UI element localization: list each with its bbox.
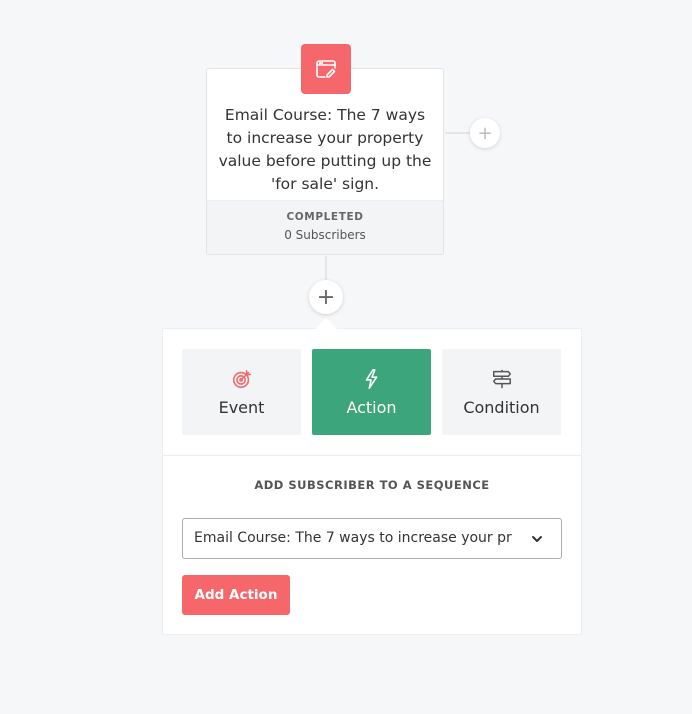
- section-title: ADD SUBSCRIBER TO A SEQUENCE: [254, 478, 490, 492]
- plus-icon: +: [316, 284, 336, 310]
- plus-icon: +: [477, 122, 493, 144]
- sequence-node-card[interactable]: Email Course: The 7 ways to increase you…: [206, 68, 444, 255]
- type-tile-action[interactable]: Action: [312, 349, 431, 435]
- sequence-node-icon: [301, 44, 351, 94]
- type-label-condition: Condition: [463, 397, 540, 417]
- add-branch-button[interactable]: +: [470, 118, 500, 148]
- signpost-icon: [492, 369, 511, 388]
- node-title: Email Course: The 7 ways to increase you…: [218, 106, 432, 193]
- connector-line-right: [445, 132, 473, 134]
- type-tile-condition[interactable]: Condition: [442, 349, 561, 435]
- connector-line-down: [325, 256, 327, 282]
- type-tile-event[interactable]: Event: [182, 349, 301, 435]
- panel-divider: [163, 455, 581, 456]
- node-status: COMPLETED: [286, 211, 364, 223]
- sequence-select-value: Email Course: The 7 ways to increase you…: [194, 530, 512, 546]
- type-label-event: Event: [218, 397, 265, 417]
- add-action-button[interactable]: Add Action: [182, 575, 290, 615]
- lightning-icon: [365, 368, 377, 389]
- add-step-button[interactable]: +: [309, 280, 343, 314]
- add-step-panel: Event Action Condition ADD SUBSCRIBER TO…: [162, 328, 582, 635]
- panel-pointer: [315, 318, 337, 329]
- node-subscribers-count: 0 Subscribers: [284, 228, 366, 242]
- sequence-select[interactable]: Email Course: The 7 ways to increase you…: [182, 518, 562, 559]
- target-icon: [232, 369, 251, 388]
- browser-edit-icon: [316, 60, 336, 78]
- chevron-down-icon: [532, 536, 542, 542]
- type-label-action: Action: [346, 397, 397, 417]
- node-footer: COMPLETED 0 Subscribers: [207, 200, 443, 254]
